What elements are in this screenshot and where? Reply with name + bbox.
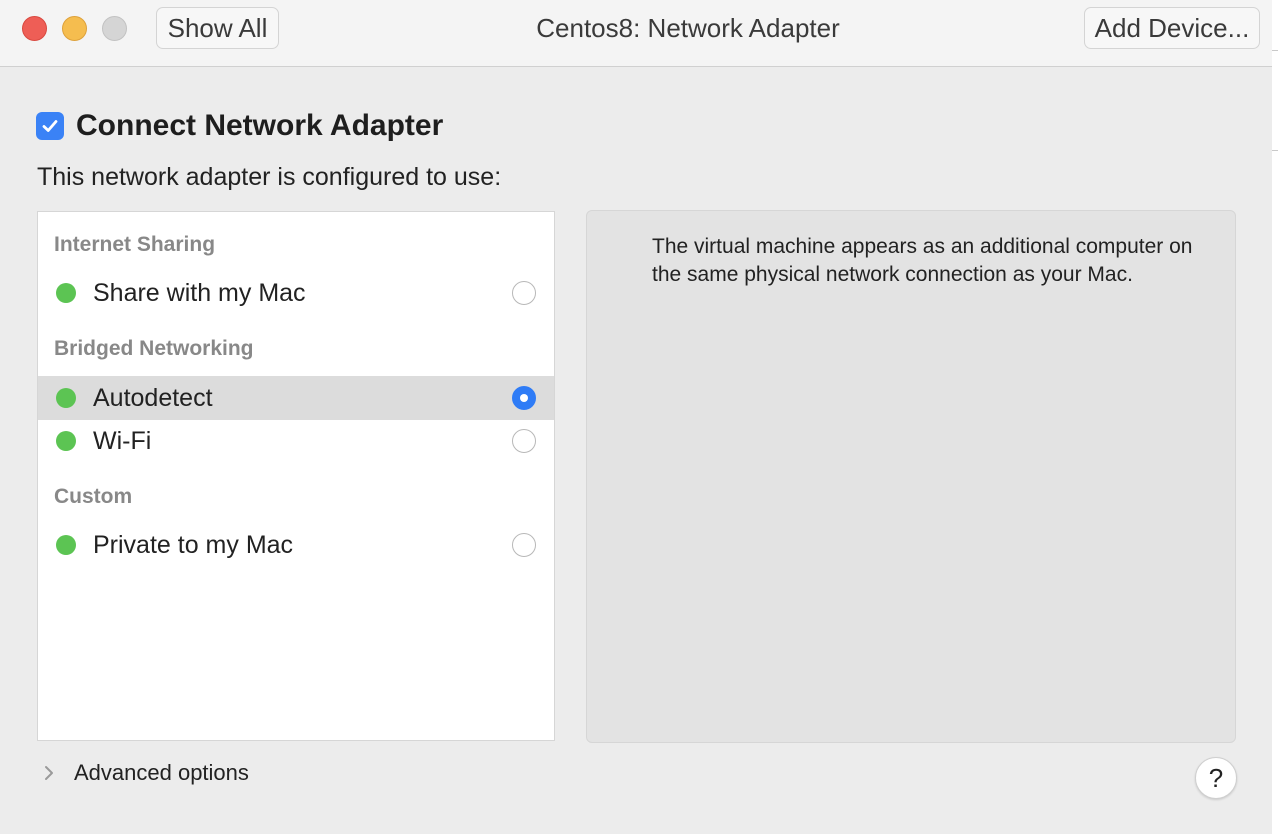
window-title: Centos8: Network Adapter	[536, 13, 840, 43]
section-header-internet-sharing: Internet Sharing	[54, 233, 216, 256]
background-window-edge	[1272, 0, 1278, 834]
configured-to-use-label: This network adapter is configured to us…	[37, 163, 502, 191]
list-item-label: Wi-Fi	[93, 426, 152, 455]
close-window-button[interactable]	[22, 16, 47, 41]
list-item-autodetect[interactable]: Autodetect	[38, 376, 554, 420]
network-source-list: Internet Sharing Share with my Mac Bridg…	[37, 211, 555, 741]
add-device-button[interactable]: Add Device...	[1084, 7, 1260, 49]
chevron-right-icon	[45, 766, 53, 780]
list-item-private-to-my-mac[interactable]: Private to my Mac	[38, 523, 554, 567]
status-dot-icon	[56, 388, 76, 408]
status-dot-icon	[56, 535, 76, 555]
wi-fi-radio[interactable]	[512, 429, 536, 453]
list-item-share-with-my-mac[interactable]: Share with my Mac	[38, 271, 554, 315]
description-text: The virtual machine appears as an additi…	[652, 235, 1193, 286]
connect-network-adapter-checkbox[interactable]	[36, 112, 64, 140]
help-button[interactable]: ?	[1195, 757, 1237, 799]
list-item-label: Private to my Mac	[93, 530, 294, 559]
status-dot-icon	[56, 431, 76, 451]
connect-network-adapter-row[interactable]: Connect Network Adapter	[36, 108, 443, 144]
autodetect-radio[interactable]	[512, 386, 536, 410]
list-item-wi-fi[interactable]: Wi-Fi	[38, 419, 554, 463]
connect-network-adapter-label: Connect Network Adapter	[76, 109, 444, 142]
checkmark-icon	[42, 120, 58, 132]
zoom-window-button[interactable]	[102, 16, 127, 41]
description-pane: The virtual machine appears as an additi…	[586, 210, 1236, 743]
section-header-bridged-networking: Bridged Networking	[54, 337, 254, 360]
advanced-options-label: Advanced options	[74, 760, 249, 785]
advanced-options-disclosure[interactable]: Advanced options	[40, 758, 249, 788]
title-bar: Show All Centos8: Network Adapter Add De…	[0, 0, 1272, 67]
status-dot-icon	[56, 283, 76, 303]
list-item-label: Share with my Mac	[93, 278, 306, 307]
show-all-button[interactable]: Show All	[156, 7, 279, 49]
network-adapter-window: Show All Centos8: Network Adapter Add De…	[0, 0, 1272, 834]
section-header-custom: Custom	[54, 485, 133, 508]
share-with-my-mac-radio[interactable]	[512, 281, 536, 305]
list-item-label: Autodetect	[93, 383, 213, 412]
private-to-my-mac-radio[interactable]	[512, 533, 536, 557]
minimize-window-button[interactable]	[62, 16, 87, 41]
